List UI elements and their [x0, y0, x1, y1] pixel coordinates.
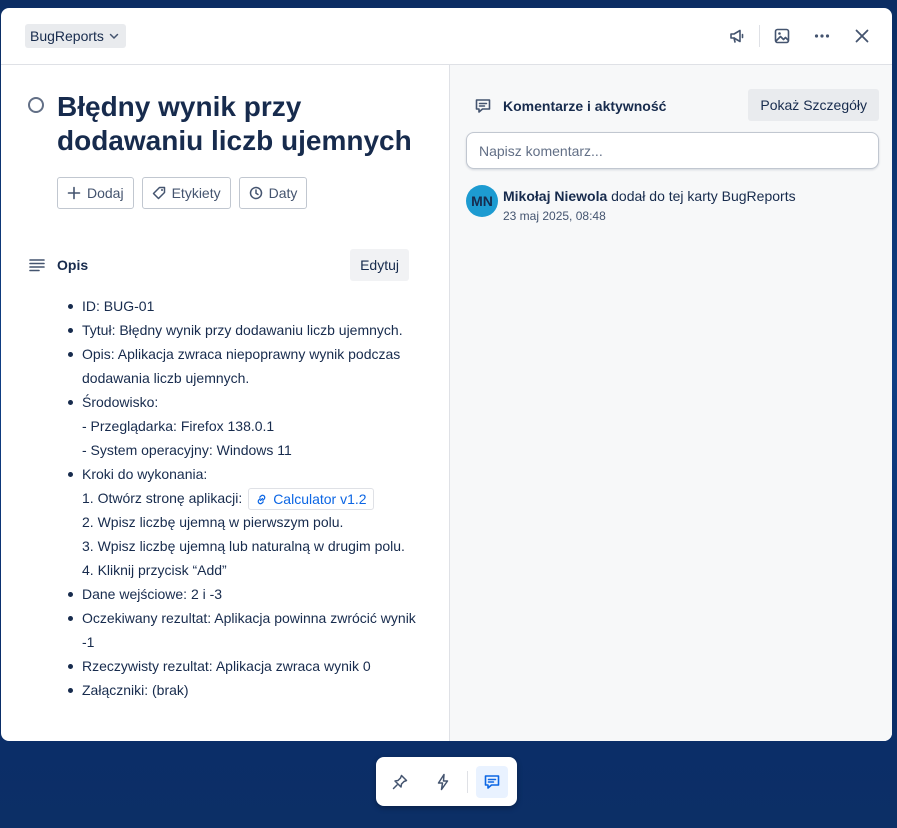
add-button[interactable]: Dodaj — [57, 177, 134, 209]
plus-icon — [67, 186, 81, 200]
list-subitem: - Przeglądarka: Firefox 138.0.1 — [82, 418, 275, 434]
description-content[interactable]: ID: BUG-01 Tytuł: Błędny wynik przy doda… — [67, 294, 417, 702]
comments-panel: Komentarze i aktywność Pokaż Szczegóły M… — [449, 65, 892, 741]
complete-checkbox[interactable] — [28, 97, 44, 113]
toolbar-divider — [467, 770, 468, 793]
link-text: Calculator v1.2 — [273, 491, 367, 508]
activity-item: MN Mikołaj Niewola dodał do tej karty Bu… — [466, 185, 879, 225]
avatar[interactable]: MN — [466, 185, 498, 217]
description-heading: Opis — [57, 257, 89, 273]
description-icon — [29, 259, 45, 272]
more-actions-button[interactable] — [806, 22, 838, 50]
list-item: Dane wejściowe: 2 i -3 — [67, 582, 417, 606]
label-icon — [152, 186, 165, 200]
comment-icon — [484, 774, 500, 789]
list-subitem: 2. Wpisz liczbę ujemną w pierwszym polu. — [82, 514, 344, 531]
calculator-link[interactable]: Calculator v1.2 — [248, 488, 374, 511]
list-item: Środowisko: — [67, 390, 417, 414]
list-item: Załączniki: (brak) — [67, 678, 417, 702]
comments-header: Komentarze i aktywność Pokaż Szczegóły — [474, 89, 879, 121]
card-modal: BugReports Błędny wynik przy dodawaniu l… — [1, 8, 892, 741]
lightning-icon — [437, 773, 449, 790]
header-actions — [721, 22, 878, 50]
list-selector[interactable]: BugReports — [25, 24, 126, 48]
list-item: Oczekiwany rezultat: Aplikacja powinna z… — [67, 606, 417, 654]
close-button[interactable] — [846, 22, 878, 50]
edit-description-button[interactable]: Edytuj — [350, 249, 409, 281]
list-item: Tytuł: Błędny wynik przy dodawaniu liczb… — [67, 318, 417, 342]
image-icon — [774, 28, 790, 44]
bottom-toolbar — [376, 757, 517, 806]
list-subitem: - System operacyjny: Windows 11 — [82, 442, 292, 458]
close-icon — [855, 29, 869, 43]
pin-button[interactable] — [384, 766, 416, 798]
megaphone-icon — [730, 29, 744, 43]
add-label: Dodaj — [87, 185, 124, 201]
labels-label: Etykiety — [171, 185, 221, 201]
clock-icon — [249, 186, 262, 200]
link-icon — [257, 494, 266, 505]
list-subitem: 3. Wpisz liczbę ujemną lub naturalną w d… — [82, 538, 405, 555]
comment-input[interactable] — [466, 132, 879, 169]
dates-label: Daty — [268, 185, 298, 201]
card-title[interactable]: Błędny wynik przy dodawaniu liczb ujemny… — [57, 90, 417, 158]
activity-text: Mikołaj Niewola dodał do tej karty BugRe… — [503, 188, 796, 204]
card-actions: Dodaj Etykiety Daty — [57, 177, 308, 209]
list-item: Kroki do wykonania: — [67, 462, 417, 486]
more-horizontal-icon — [814, 34, 830, 38]
list-item: ID: BUG-01 — [67, 294, 417, 318]
labels-button[interactable]: Etykiety — [141, 177, 231, 209]
automation-button[interactable] — [427, 766, 459, 798]
show-details-button[interactable]: Pokaż Szczegóły — [748, 89, 879, 121]
list-subitem: 1. Otwórz stronę aplikacji: Calculator v… — [67, 486, 417, 511]
description-header: Opis Edytuj — [27, 249, 409, 281]
activity-timestamp[interactable]: 23 maj 2025, 08:48 — [503, 209, 606, 223]
comments-heading: Komentarze i aktywność — [503, 98, 667, 114]
list-item: Rzeczywisty rezultat: Aplikacja zwraca w… — [67, 654, 417, 678]
card-main-panel: Błędny wynik przy dodawaniu liczb ujemny… — [1, 65, 449, 741]
header-divider — [759, 25, 760, 47]
announce-button[interactable] — [721, 22, 753, 50]
comments-toggle-button[interactable] — [476, 765, 508, 798]
list-subitem: 4. Kliknij przycisk “Add” — [82, 562, 227, 579]
modal-header: BugReports — [1, 8, 892, 65]
chevron-down-icon — [109, 33, 119, 40]
activity-user[interactable]: Mikołaj Niewola — [503, 188, 607, 204]
pin-icon — [392, 774, 408, 789]
list-item: Opis: Aplikacja zwraca niepoprawny wynik… — [67, 342, 417, 390]
step-text: 1. Otwórz stronę aplikacji: — [82, 490, 243, 506]
list-name: BugReports — [30, 28, 104, 44]
comment-icon — [475, 99, 491, 113]
cover-image-button[interactable] — [766, 22, 798, 50]
dates-button[interactable]: Daty — [238, 177, 308, 209]
activity-action: dodał do tej karty BugReports — [611, 188, 796, 204]
